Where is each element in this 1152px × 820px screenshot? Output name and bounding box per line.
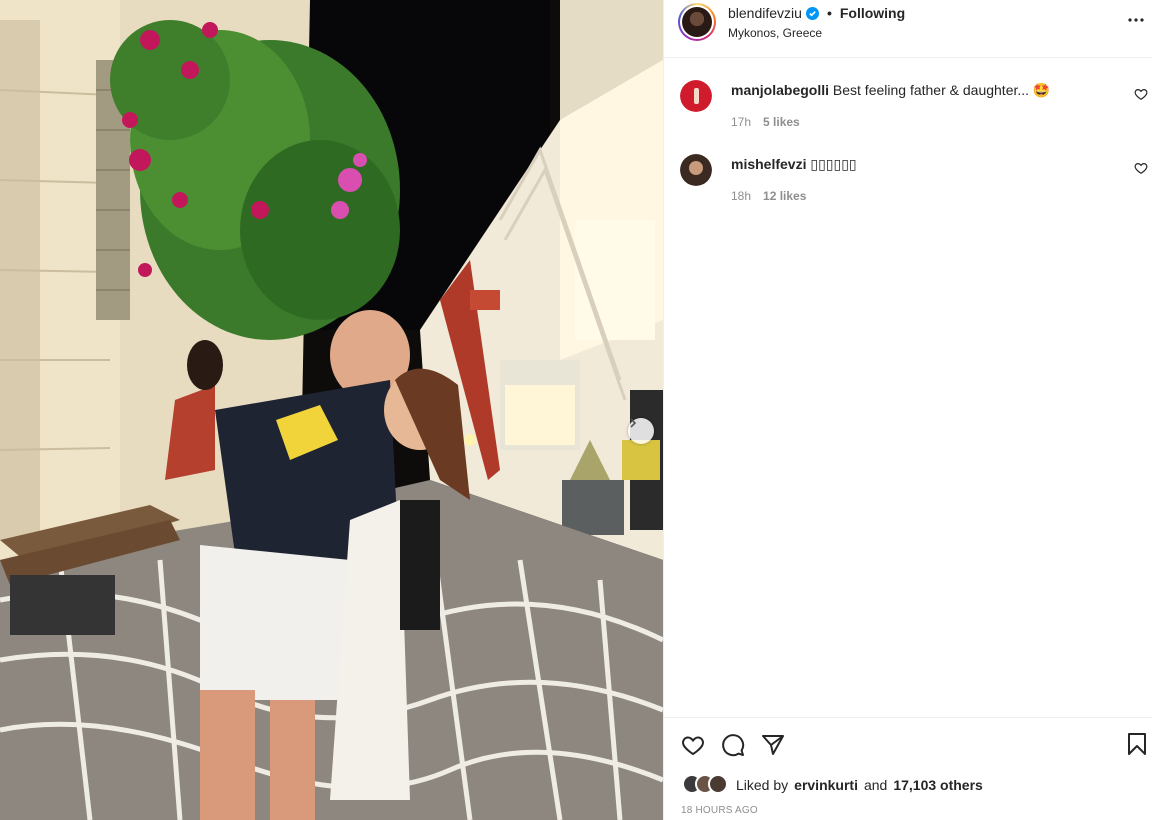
commenter-username[interactable]: manjolabegolli: [731, 82, 829, 98]
author-username[interactable]: blendifevziu: [728, 5, 802, 21]
send-icon: [762, 735, 784, 755]
comment-bubble-icon: [722, 734, 745, 757]
post-footer: Liked by ervinkurti and 17,103 others 18…: [664, 717, 1152, 820]
bookmark-icon: [1128, 733, 1146, 755]
next-photo-button[interactable]: [628, 418, 654, 444]
liked-by-line: Liked by ervinkurti and 17,103 others: [682, 774, 983, 796]
commenter-username[interactable]: mishelfevzi: [731, 156, 806, 172]
comment-like-button[interactable]: [1134, 87, 1148, 101]
comment-text: Best feeling father & daughter... 🤩: [832, 82, 1051, 98]
comment-like-button[interactable]: [1134, 161, 1148, 175]
comment-item: manjolabegolli Best feeling father & dau…: [664, 80, 1152, 140]
liked-by-prefix: Liked by: [736, 777, 789, 793]
liker-avatar: [708, 774, 728, 794]
post-header: blendifevziu • Following Mykonos, Greece: [664, 0, 1152, 58]
heart-icon: [1134, 89, 1148, 100]
more-options-button[interactable]: [1126, 10, 1146, 30]
comment-time[interactable]: 17h: [731, 115, 751, 129]
liked-by-and: and: [863, 777, 888, 793]
liked-by-others[interactable]: 17,103 others: [893, 777, 983, 793]
chevron-right-icon: [630, 418, 637, 428]
share-button[interactable]: [760, 732, 786, 758]
like-button[interactable]: [680, 732, 706, 758]
author-line: blendifevziu • Following: [728, 5, 905, 21]
commenter-avatar[interactable]: [680, 154, 712, 186]
heart-icon: [682, 736, 704, 756]
post-side-panel: blendifevziu • Following Mykonos, Greece…: [663, 0, 1152, 820]
liker-avatars[interactable]: [682, 774, 730, 796]
commenter-avatar[interactable]: [680, 80, 712, 112]
photo-scene: [0, 0, 663, 820]
comment-text: ▯▯▯▯▯▯: [810, 156, 857, 172]
comment-likes[interactable]: 12 likes: [763, 189, 806, 203]
more-horizontal-icon: [1128, 18, 1144, 22]
author-avatar[interactable]: [678, 3, 716, 41]
post-timestamp[interactable]: 18 HOURS AGO: [681, 805, 758, 816]
verified-badge-icon: [805, 6, 819, 20]
save-button[interactable]: [1127, 732, 1149, 758]
comment-time[interactable]: 18h: [731, 189, 751, 203]
post-location[interactable]: Mykonos, Greece: [728, 26, 822, 40]
post-photo[interactable]: [0, 0, 663, 820]
action-bar: [680, 732, 786, 758]
comment-item: mishelfevzi ▯▯▯▯▯▯ 18h 12 likes: [664, 154, 1152, 214]
comment-button[interactable]: [720, 732, 746, 758]
heart-icon: [1134, 163, 1148, 174]
comment-likes[interactable]: 5 likes: [763, 115, 800, 129]
liked-by-user[interactable]: ervinkurti: [794, 777, 858, 793]
separator-dot: •: [826, 5, 832, 21]
following-button[interactable]: Following: [840, 5, 905, 21]
